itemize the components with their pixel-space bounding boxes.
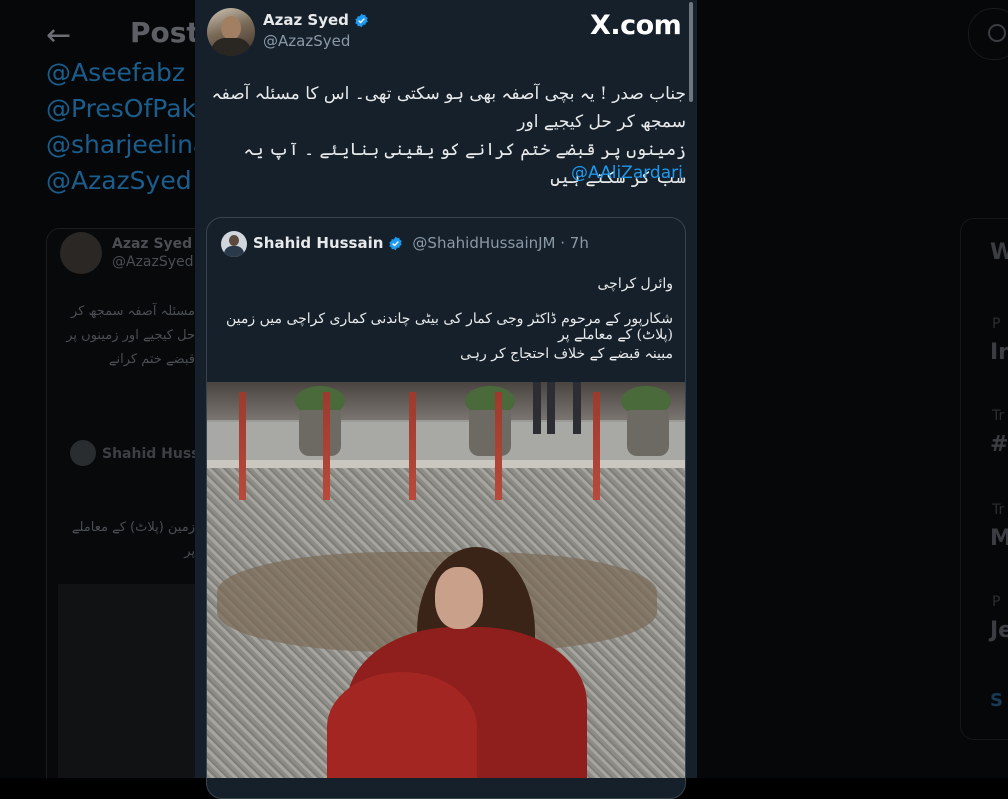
- photo-planter: [627, 410, 669, 456]
- photo-pole: [495, 392, 502, 500]
- trend-label: Tr: [992, 408, 1005, 424]
- photo-person-face: [435, 567, 483, 629]
- verified-badge-icon: [355, 13, 368, 27]
- photo-pole: [409, 392, 416, 500]
- avatar[interactable]: [70, 440, 96, 466]
- quoted-text-line: مبینہ قبضے کے خلاف احتجاج کر رہی: [460, 346, 673, 362]
- bg-mention[interactable]: @Aseefabz: [46, 58, 185, 87]
- trend-item[interactable]: M: [990, 526, 1008, 551]
- photo-bystander: [533, 382, 541, 434]
- trend-item[interactable]: #: [990, 432, 1008, 457]
- bg-mention[interactable]: @sharjeelina: [46, 130, 208, 159]
- bg-mention[interactable]: @AzazSyed: [46, 166, 192, 195]
- photo-pole: [323, 392, 330, 500]
- bg-inner-text: زمین (پلاٹ) کے معاملے پر: [71, 520, 195, 559]
- bg-media[interactable]: [58, 584, 198, 778]
- trend-item[interactable]: Je: [990, 618, 1008, 643]
- back-arrow-icon[interactable]: ←: [46, 18, 71, 53]
- avatar-body: [224, 246, 244, 257]
- photo-wall: [207, 382, 685, 420]
- trend-label: Tr: [992, 502, 1005, 518]
- trend-label: P: [992, 594, 1001, 610]
- photo-bystander: [547, 382, 555, 434]
- bg-author-name[interactable]: Azaz Syed: [112, 236, 192, 252]
- avatar[interactable]: [221, 231, 247, 257]
- photo-curb: [207, 460, 685, 468]
- author-row: Azaz Syed: [263, 11, 369, 29]
- trends-panel: [960, 218, 1008, 740]
- bg-mention[interactable]: @PresOfPak: [46, 94, 196, 123]
- photo-road: [207, 422, 685, 462]
- quoted-meta: @ShahidHussainJM · 7h: [412, 234, 589, 252]
- bg-author-handle: @AzazSyed: [112, 254, 194, 270]
- verified-badge-icon: [389, 236, 403, 250]
- avatar[interactable]: [207, 8, 255, 56]
- avatar-face: [221, 16, 241, 40]
- trend-heading: W: [990, 240, 1008, 265]
- mention-link[interactable]: @AAliZardari: [571, 163, 683, 183]
- author-name[interactable]: Azaz Syed: [263, 11, 349, 29]
- media-image[interactable]: [207, 382, 685, 778]
- avatar-suit: [211, 38, 251, 56]
- page-title: Post: [130, 16, 200, 49]
- photo-pole: [593, 392, 600, 500]
- quoted-author-row: Shahid Hussain @ShahidHussainJM · 7h: [253, 234, 589, 252]
- photo-person-scarf: [327, 672, 477, 778]
- avatar[interactable]: [60, 232, 102, 274]
- scrollbar[interactable]: [689, 2, 693, 102]
- photo-bystander: [573, 382, 581, 434]
- trend-item[interactable]: In: [990, 340, 1008, 365]
- author-handle[interactable]: @AzazSyed: [263, 32, 350, 50]
- avatar-head: [229, 235, 239, 246]
- quoted-author-name[interactable]: Shahid Hussain: [253, 234, 383, 252]
- x-logo-icon: X.com: [590, 10, 682, 41]
- tweet-text-line: جناب صدر ! یہ بچی آصفہ بھی ہو سکتی تھی۔ …: [211, 84, 686, 132]
- photo-planter: [299, 410, 341, 456]
- search-icon: [988, 24, 1006, 42]
- brand-label: X.com: [590, 10, 682, 41]
- trend-label: P: [992, 316, 1001, 332]
- quoted-text-line: شکارپور کے مرحوم ڈاکٹر وجی کمار کی بیٹی …: [226, 311, 673, 343]
- photo-planter: [469, 410, 511, 456]
- photo-pole: [239, 392, 246, 500]
- bg-post-text: مسئلہ آصفہ سمجھ کر حل کیجیے اور زمینوں پ…: [66, 304, 195, 367]
- quoted-text-line: وائرل کراچی: [597, 276, 674, 292]
- show-more-link[interactable]: S: [990, 690, 1003, 711]
